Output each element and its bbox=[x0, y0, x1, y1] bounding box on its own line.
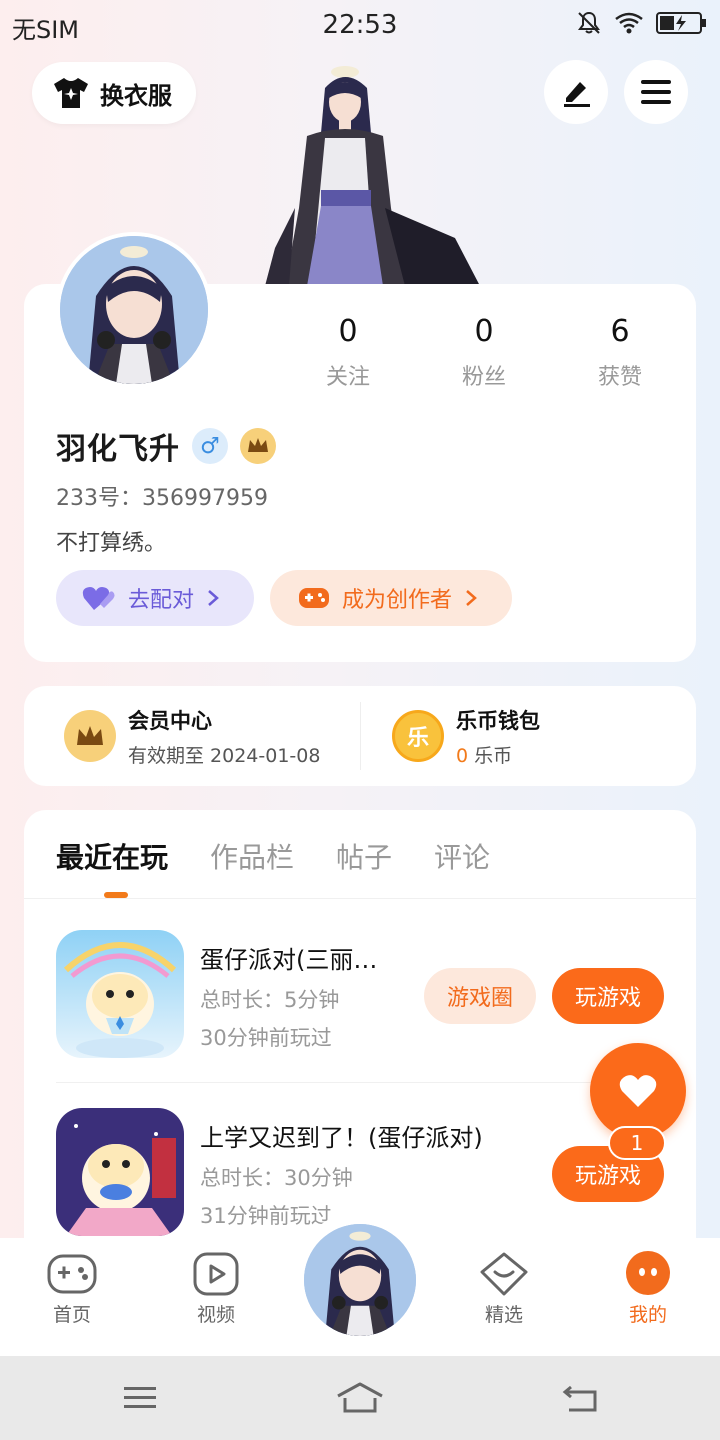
hamburger-icon bbox=[641, 80, 671, 104]
change-outfit-button[interactable]: 换衣服 bbox=[32, 62, 196, 124]
edit-profile-button[interactable] bbox=[544, 60, 608, 124]
game-last-played: 30分钟前玩过 bbox=[200, 1026, 332, 1050]
hearts-icon bbox=[82, 587, 115, 610]
change-outfit-label: 换衣服 bbox=[100, 81, 172, 110]
stat-following[interactable]: 0 关注 bbox=[280, 314, 416, 391]
nav-label: 视频 bbox=[196, 1304, 235, 1326]
profile-avatar[interactable] bbox=[56, 232, 212, 388]
game-title: 上学又迟到了！(蛋仔派对) bbox=[200, 1124, 483, 1152]
stat-label: 获赞 bbox=[597, 365, 642, 390]
chevron-right-icon bbox=[466, 590, 477, 606]
nav-home[interactable]: 首页 bbox=[17, 1238, 127, 1327]
tab-recent-played[interactable]: 最近在玩 bbox=[56, 836, 168, 876]
membership-center[interactable]: 会员中心 有效期至 2024-01-08 bbox=[64, 686, 320, 786]
nav-avatar-button[interactable] bbox=[304, 1224, 416, 1336]
divider bbox=[360, 702, 361, 770]
wallet-balance: 0 乐币 bbox=[456, 741, 540, 768]
system-nav-bar bbox=[0, 1356, 720, 1440]
game-icon bbox=[56, 1108, 184, 1236]
heart-icon bbox=[619, 1075, 657, 1107]
name-row: 羽化飞升 ♂ bbox=[56, 424, 276, 468]
favorite-float-button[interactable] bbox=[590, 1043, 686, 1139]
tab-comments[interactable]: 评论 bbox=[434, 836, 490, 876]
stat-value: 6 bbox=[610, 314, 630, 349]
username: 羽化飞升 bbox=[56, 432, 180, 467]
membership-title: 会员中心 bbox=[128, 708, 212, 733]
game-duration: 总时长：30分钟 bbox=[200, 1166, 353, 1190]
stat-likes[interactable]: 6 获赞 bbox=[552, 314, 688, 391]
status-icons bbox=[576, 10, 708, 36]
wallet-title: 乐币钱包 bbox=[456, 708, 540, 733]
nav-label: 我的 bbox=[628, 1304, 667, 1326]
coin-char: 乐 bbox=[406, 726, 429, 751]
tshirt-icon bbox=[54, 78, 88, 108]
stat-value: 0 bbox=[474, 314, 494, 349]
crown-icon bbox=[64, 710, 116, 762]
vip-wallet-card: 会员中心 有效期至 2024-01-08 乐 乐币钱包 0 乐币 bbox=[24, 686, 696, 786]
avatar-portrait bbox=[304, 1224, 416, 1336]
wifi-icon bbox=[615, 12, 643, 34]
divider bbox=[24, 898, 696, 899]
male-gender-icon: ♂ bbox=[192, 428, 228, 464]
become-creator-button[interactable]: 成为创作者 bbox=[270, 570, 512, 626]
game-title: 蛋仔派对(三丽… bbox=[200, 946, 378, 974]
nav-label: 首页 bbox=[52, 1304, 91, 1326]
back-button[interactable] bbox=[550, 1378, 610, 1418]
game-duration: 总时长：5分钟 bbox=[200, 988, 340, 1012]
match-label: 去配对 bbox=[128, 588, 195, 613]
user-id: 233号：356997959 bbox=[56, 486, 268, 511]
video-icon bbox=[193, 1252, 239, 1296]
match-button[interactable]: 去配对 bbox=[56, 570, 254, 626]
game-icon bbox=[56, 930, 184, 1058]
profile-face-icon bbox=[626, 1251, 670, 1295]
chevron-right-icon bbox=[208, 590, 219, 606]
tab-works[interactable]: 作品栏 bbox=[210, 836, 294, 876]
game-community-button[interactable]: 游戏圈 bbox=[424, 968, 536, 1024]
membership-expiry: 有效期至 2024-01-08 bbox=[128, 744, 321, 767]
heart-box-icon bbox=[480, 1252, 528, 1296]
content-card: 最近在玩 作品栏 帖子 评论 蛋仔派对(三丽… 总时长：5分钟 30分钟前玩过 … bbox=[24, 810, 696, 1280]
avatar-portrait bbox=[60, 236, 208, 384]
wallet-unit: 乐币 bbox=[468, 744, 513, 767]
gamepad-icon bbox=[47, 1254, 97, 1294]
favorite-count-badge: 1 bbox=[608, 1126, 666, 1160]
stat-label: 粉丝 bbox=[461, 365, 506, 390]
recent-apps-button[interactable] bbox=[110, 1378, 170, 1418]
status-bar: 无SIM 22:53 bbox=[0, 0, 720, 52]
stat-value: 0 bbox=[338, 314, 358, 349]
nav-label: 精选 bbox=[484, 1304, 523, 1326]
avatar-character[interactable] bbox=[255, 58, 485, 286]
vip-crown-icon[interactable] bbox=[240, 428, 276, 464]
play-game-button[interactable]: 玩游戏 bbox=[552, 968, 664, 1024]
game-last-played: 31分钟前玩过 bbox=[200, 1204, 332, 1228]
divider bbox=[56, 1082, 668, 1083]
home-icon bbox=[337, 1382, 383, 1413]
mute-icon bbox=[578, 11, 600, 34]
nav-video[interactable]: 视频 bbox=[161, 1238, 271, 1327]
tab-posts[interactable]: 帖子 bbox=[336, 836, 392, 876]
nav-mine[interactable]: 我的 bbox=[593, 1238, 703, 1327]
profile-tabs: 最近在玩 作品栏 帖子 评论 bbox=[56, 836, 490, 876]
home-button[interactable] bbox=[330, 1378, 390, 1418]
stat-followers[interactable]: 0 粉丝 bbox=[416, 314, 552, 391]
back-icon bbox=[562, 1385, 597, 1412]
user-bio: 不打算绣。 bbox=[56, 531, 167, 556]
wallet-amount: 0 bbox=[456, 744, 469, 767]
profile-stats: 0 关注 0 粉丝 6 获赞 bbox=[280, 314, 690, 391]
menu-lines-icon bbox=[124, 1387, 156, 1408]
menu-button[interactable] bbox=[624, 60, 688, 124]
stat-label: 关注 bbox=[325, 365, 370, 390]
nav-featured[interactable]: 精选 bbox=[449, 1238, 559, 1327]
pen-icon bbox=[564, 82, 590, 107]
battery-icon bbox=[656, 12, 706, 34]
creator-label: 成为创作者 bbox=[342, 588, 453, 613]
coin-icon: 乐 bbox=[392, 710, 444, 762]
gamepad-icon bbox=[299, 588, 329, 608]
wallet[interactable]: 乐 乐币钱包 0 乐币 bbox=[392, 686, 540, 786]
game-row[interactable]: 蛋仔派对(三丽… 总时长：5分钟 30分钟前玩过 游戏圈 玩游戏 bbox=[56, 930, 668, 1070]
